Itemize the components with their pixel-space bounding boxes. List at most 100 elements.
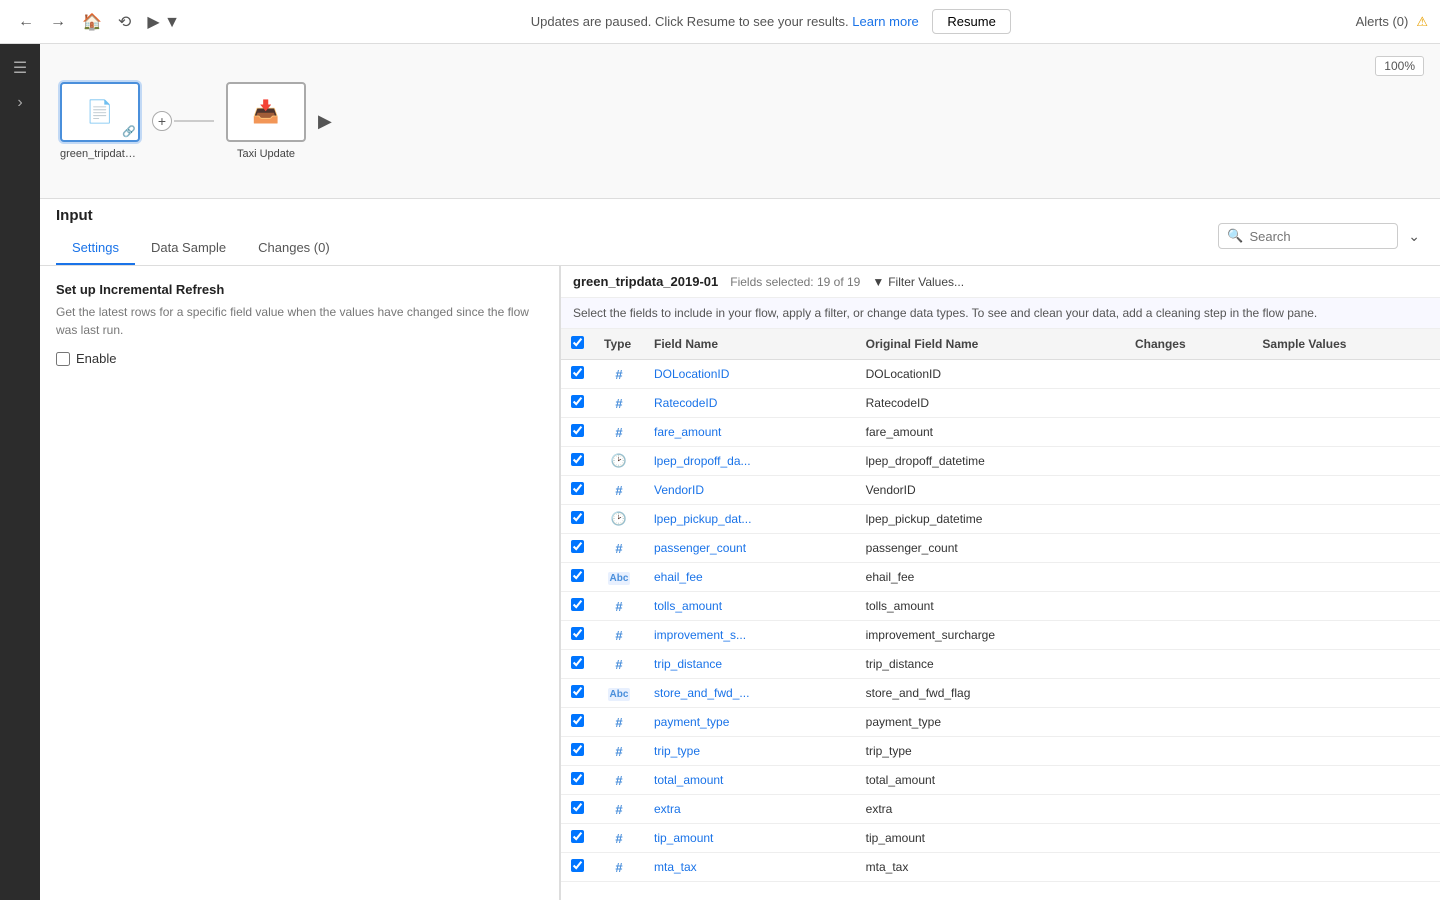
row-checkbox-cell[interactable] xyxy=(561,766,594,795)
node-box-input[interactable]: 📄 🔗 xyxy=(60,82,140,142)
node-output-icon: 📥 xyxy=(252,99,279,125)
run-flow-button[interactable]: ▶ ▼ xyxy=(141,8,186,36)
type-icon: # xyxy=(615,658,622,672)
back-button[interactable]: ← xyxy=(12,9,40,35)
sidebar-expand-icon[interactable]: ☰ xyxy=(7,52,33,84)
alerts-button[interactable]: Alerts (0) xyxy=(1356,14,1409,29)
home-button[interactable]: 🏠 xyxy=(76,8,108,36)
flow-node-output[interactable]: 📥 Taxi Update xyxy=(226,82,306,160)
row-checkbox-cell[interactable] xyxy=(561,563,594,592)
table-row: 🕑lpep_dropoff_da...lpep_dropoff_datetime xyxy=(561,447,1440,476)
row-original-field-name: total_amount xyxy=(856,766,1125,795)
row-changes xyxy=(1125,824,1252,853)
row-changes xyxy=(1125,418,1252,447)
filter-button[interactable]: ▼ Filter Values... xyxy=(872,275,964,289)
row-checkbox[interactable] xyxy=(571,424,584,437)
search-box[interactable]: 🔍 xyxy=(1218,223,1398,249)
run-button[interactable]: ▶ xyxy=(318,111,332,132)
row-checkbox[interactable] xyxy=(571,656,584,669)
tab-changes[interactable]: Changes (0) xyxy=(242,232,346,265)
row-checkbox[interactable] xyxy=(571,859,584,872)
panel-body: Set up Incremental Refresh Get the lates… xyxy=(40,266,1440,900)
row-checkbox-cell[interactable] xyxy=(561,737,594,766)
row-type-cell: # xyxy=(594,621,644,650)
node-input-label: green_tripdata... xyxy=(60,148,140,160)
chevron-down-button[interactable]: ⌄ xyxy=(1404,224,1424,249)
row-checkbox[interactable] xyxy=(571,366,584,379)
row-sample-values xyxy=(1252,447,1440,476)
row-type-cell: # xyxy=(594,418,644,447)
row-sample-values xyxy=(1252,592,1440,621)
row-checkbox[interactable] xyxy=(571,801,584,814)
row-checkbox[interactable] xyxy=(571,453,584,466)
row-changes xyxy=(1125,389,1252,418)
row-checkbox-cell[interactable] xyxy=(561,447,594,476)
row-checkbox-cell[interactable] xyxy=(561,824,594,853)
row-checkbox-cell[interactable] xyxy=(561,389,594,418)
settings-pane: Set up Incremental Refresh Get the lates… xyxy=(40,266,560,900)
type-icon: # xyxy=(615,368,622,382)
type-icon: # xyxy=(615,861,622,875)
row-checkbox-cell[interactable] xyxy=(561,621,594,650)
flow-canvas: 📄 🔗 green_tripdata... + 📥 Taxi Update ▶ … xyxy=(40,44,1440,199)
flow-node-input[interactable]: 📄 🔗 green_tripdata... xyxy=(60,82,140,160)
row-checkbox[interactable] xyxy=(571,685,584,698)
row-checkbox-cell[interactable] xyxy=(561,679,594,708)
enable-checkbox[interactable] xyxy=(56,352,70,366)
tab-data-sample[interactable]: Data Sample xyxy=(135,232,242,265)
row-field-name: DOLocationID xyxy=(644,360,856,389)
table-row: #tip_amounttip_amount xyxy=(561,824,1440,853)
row-checkbox-cell[interactable] xyxy=(561,708,594,737)
type-icon: # xyxy=(615,484,622,498)
refresh-button[interactable]: ⟲ xyxy=(112,8,137,36)
search-input[interactable] xyxy=(1249,229,1389,244)
row-type-cell: # xyxy=(594,708,644,737)
select-all-checkbox[interactable] xyxy=(571,336,584,349)
forward-button[interactable]: → xyxy=(44,9,72,35)
row-field-name: tolls_amount xyxy=(644,592,856,621)
row-sample-values xyxy=(1252,708,1440,737)
row-checkbox[interactable] xyxy=(571,511,584,524)
row-checkbox-cell[interactable] xyxy=(561,795,594,824)
row-checkbox-cell[interactable] xyxy=(561,360,594,389)
row-sample-values xyxy=(1252,563,1440,592)
row-checkbox[interactable] xyxy=(571,743,584,756)
table-row: #payment_typepayment_type xyxy=(561,708,1440,737)
row-type-cell: # xyxy=(594,476,644,505)
nav-controls: ← → 🏠 ⟲ ▶ ▼ xyxy=(12,8,186,36)
table-row: #fare_amountfare_amount xyxy=(561,418,1440,447)
panel-header: Input Settings Data Sample Changes (0) 🔍… xyxy=(40,199,1440,266)
row-checkbox-cell[interactable] xyxy=(561,418,594,447)
row-checkbox[interactable] xyxy=(571,830,584,843)
layout: ☰ › 📄 🔗 green_tripdata... + 📥 Taxi U xyxy=(0,44,1440,900)
row-original-field-name: tip_amount xyxy=(856,824,1125,853)
row-checkbox[interactable] xyxy=(571,395,584,408)
row-field-name: tip_amount xyxy=(644,824,856,853)
row-changes xyxy=(1125,621,1252,650)
row-checkbox[interactable] xyxy=(571,569,584,582)
row-checkbox[interactable] xyxy=(571,714,584,727)
row-checkbox-cell[interactable] xyxy=(561,592,594,621)
sidebar-arrow-icon[interactable]: › xyxy=(11,88,28,118)
row-checkbox-cell[interactable] xyxy=(561,476,594,505)
row-original-field-name: lpep_dropoff_datetime xyxy=(856,447,1125,476)
row-checkbox-cell[interactable] xyxy=(561,853,594,882)
row-checkbox[interactable] xyxy=(571,540,584,553)
col-checkbox xyxy=(561,329,594,360)
learn-more-link[interactable]: Learn more xyxy=(852,14,918,29)
row-checkbox[interactable] xyxy=(571,482,584,495)
row-field-name: ehail_fee xyxy=(644,563,856,592)
row-checkbox-cell[interactable] xyxy=(561,650,594,679)
add-step-button[interactable]: + xyxy=(152,111,172,131)
tab-settings[interactable]: Settings xyxy=(56,232,135,265)
resume-button[interactable]: Resume xyxy=(932,9,1010,34)
row-checkbox[interactable] xyxy=(571,598,584,611)
row-checkbox-cell[interactable] xyxy=(561,534,594,563)
row-original-field-name: extra xyxy=(856,795,1125,824)
node-box-output[interactable]: 📥 xyxy=(226,82,306,142)
enable-checkbox-label[interactable]: Enable xyxy=(56,351,543,366)
row-checkbox[interactable] xyxy=(571,772,584,785)
arrow-line xyxy=(174,120,214,122)
row-checkbox-cell[interactable] xyxy=(561,505,594,534)
row-checkbox[interactable] xyxy=(571,627,584,640)
